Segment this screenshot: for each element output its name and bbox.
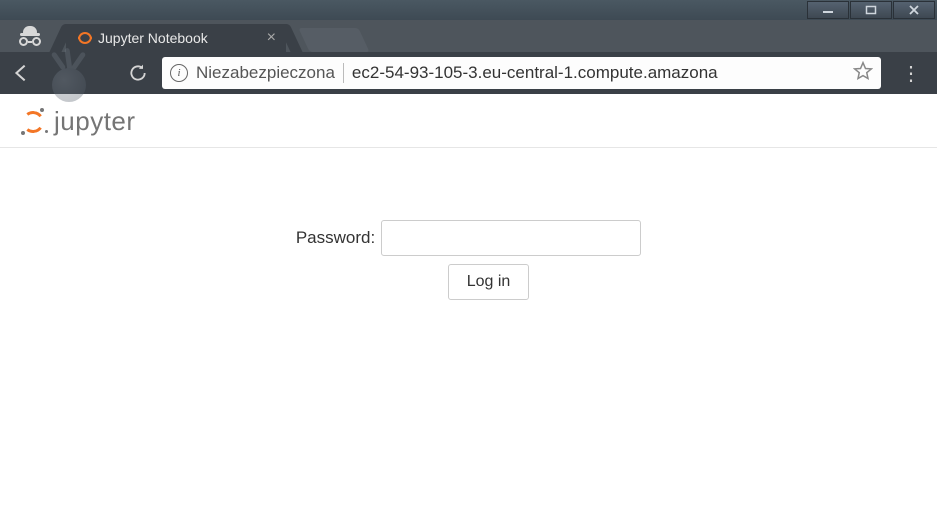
tab-close-icon[interactable]: × xyxy=(267,29,276,47)
tor-onion-icon xyxy=(38,46,102,106)
url-text: ec2-54-93-105-3.eu-central-1.compute.ama… xyxy=(352,63,845,83)
page-content: jupyter Password: Log in xyxy=(0,94,937,506)
overflow-menu-icon[interactable]: ⋮ xyxy=(895,61,927,86)
login-button[interactable]: Log in xyxy=(448,264,530,300)
tab-title: Jupyter Notebook xyxy=(98,30,208,46)
jupyter-logo-icon xyxy=(18,107,48,137)
site-info-icon[interactable]: i xyxy=(170,64,188,82)
jupyter-logo[interactable]: jupyter xyxy=(18,106,919,137)
reload-button[interactable] xyxy=(128,63,148,83)
nav-bar: i Niezabezpieczona ec2-54-93-105-3.eu-ce… xyxy=(0,52,937,94)
bookmark-star-icon[interactable] xyxy=(853,61,873,86)
password-input[interactable] xyxy=(381,220,641,256)
minimize-button[interactable] xyxy=(807,1,849,19)
jupyter-logo-text: jupyter xyxy=(54,106,136,137)
address-divider xyxy=(343,63,344,83)
back-button[interactable] xyxy=(10,62,32,84)
security-status: Niezabezpieczona xyxy=(196,63,335,83)
window-titlebar xyxy=(0,0,937,20)
address-bar[interactable]: i Niezabezpieczona ec2-54-93-105-3.eu-ce… xyxy=(162,57,881,89)
tab-bar: Jupyter Notebook × xyxy=(0,20,937,52)
close-button[interactable] xyxy=(893,1,935,19)
login-form: Password: Log in xyxy=(0,220,937,300)
password-label: Password: xyxy=(296,228,375,248)
jupyter-favicon-icon xyxy=(76,31,90,45)
window-controls xyxy=(806,1,935,19)
jupyter-header: jupyter xyxy=(0,94,937,148)
maximize-button[interactable] xyxy=(850,1,892,19)
new-tab-button[interactable] xyxy=(298,28,369,52)
